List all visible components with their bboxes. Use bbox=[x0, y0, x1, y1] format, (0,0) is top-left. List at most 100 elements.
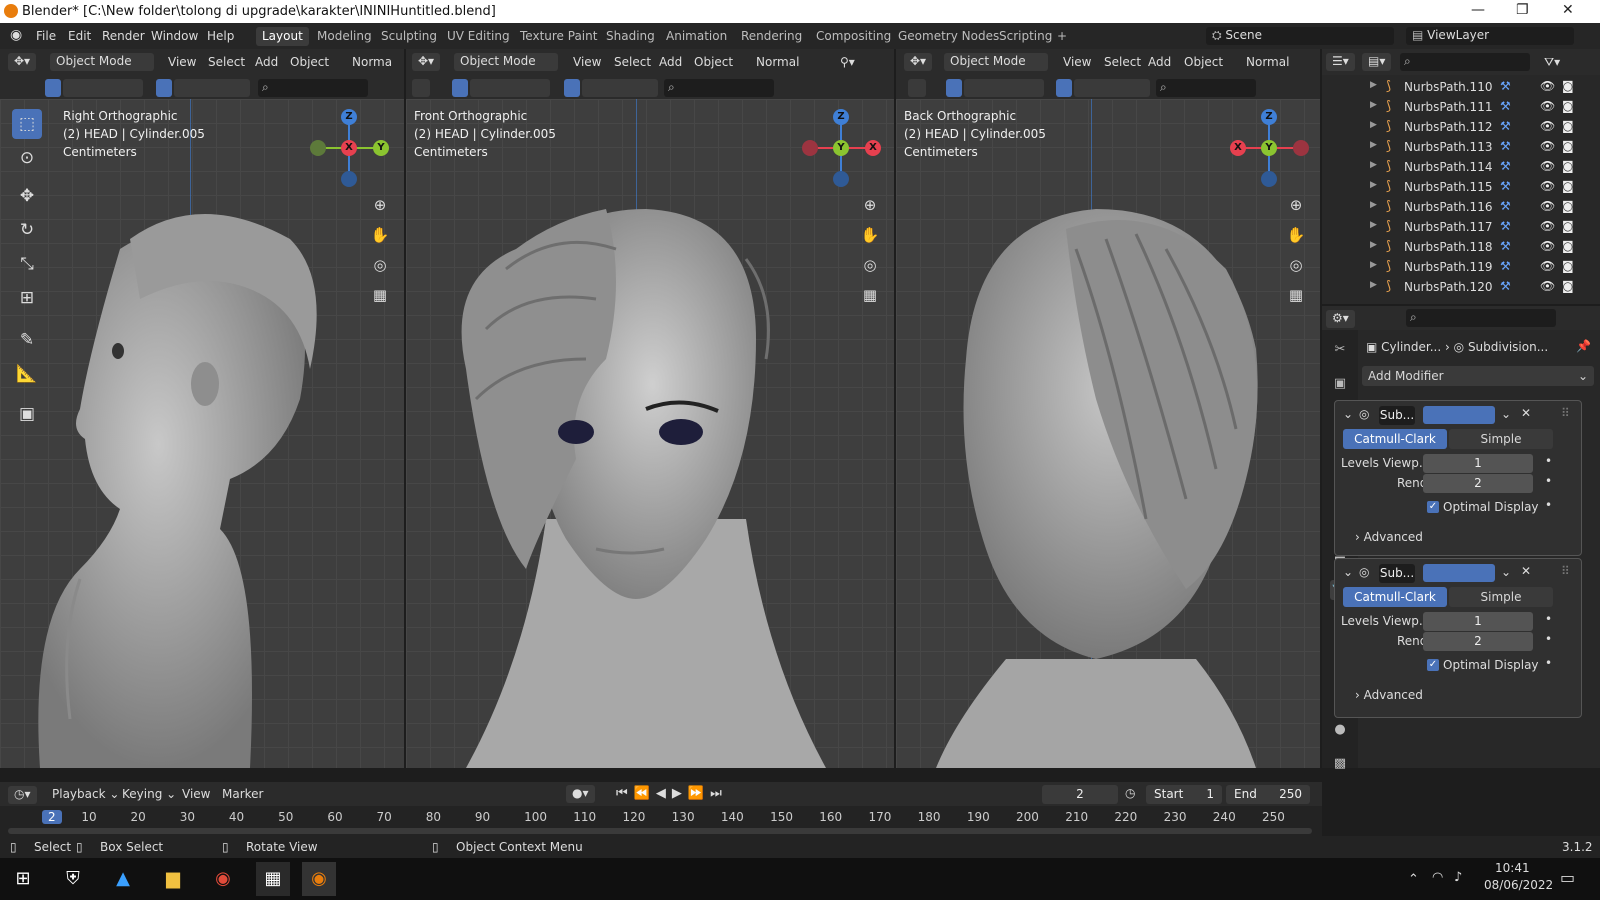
menu-help[interactable]: Help bbox=[207, 29, 234, 43]
levels-viewport-field[interactable]: 1 bbox=[1423, 612, 1533, 631]
keyframe-dot-icon[interactable]: • bbox=[1545, 454, 1552, 468]
viewlayer-selector[interactable]: ▤ ViewLayer bbox=[1406, 27, 1574, 45]
cursor-tool-icon[interactable]: ⊙ bbox=[12, 143, 42, 173]
filter-icon[interactable]: ⛛▾ bbox=[1544, 55, 1560, 70]
advanced-section[interactable]: › Advanced bbox=[1355, 688, 1423, 702]
keyframe-dot-icon[interactable]: • bbox=[1545, 632, 1552, 646]
render-camera-icon[interactable]: ◙ bbox=[1562, 259, 1574, 273]
tab-texture-paint[interactable]: Texture Paint bbox=[514, 27, 603, 46]
render-camera-icon[interactable]: ◙ bbox=[1562, 79, 1574, 93]
display-mode-icon[interactable]: ▤▾ bbox=[1362, 53, 1392, 71]
gizmo-neg-x[interactable] bbox=[1293, 140, 1309, 156]
close-button[interactable]: ✕ bbox=[1562, 2, 1574, 18]
expand-arrow-icon[interactable]: ▶ bbox=[1370, 160, 1377, 170]
menu-object[interactable]: Object bbox=[290, 55, 329, 69]
render-camera-icon[interactable]: ◙ bbox=[1562, 219, 1574, 233]
menu-view[interactable]: View bbox=[168, 55, 196, 69]
outliner-item[interactable]: ▶ ⟆ NurbsPath.110 ⚒ 👁 ◙ bbox=[1322, 77, 1587, 97]
visibility-eye-icon[interactable]: 👁 bbox=[1540, 99, 1555, 113]
gizmo-neg-y[interactable] bbox=[310, 140, 326, 156]
menu-select[interactable]: Select bbox=[614, 55, 651, 69]
pivot-icon[interactable] bbox=[412, 79, 430, 97]
navigation-gizmo[interactable]: Z Y X bbox=[1230, 107, 1310, 187]
blender-taskbar-icon[interactable]: ◉ bbox=[302, 862, 336, 896]
menu-view[interactable]: View bbox=[573, 55, 601, 69]
optimal-display-checkbox[interactable]: ✓ bbox=[1427, 501, 1439, 513]
navigation-gizmo[interactable]: Z Y X bbox=[802, 107, 882, 187]
render-camera-icon[interactable]: ◙ bbox=[1562, 159, 1574, 173]
render-camera-icon[interactable]: ◙ bbox=[1562, 119, 1574, 133]
expand-arrow-icon[interactable]: ▶ bbox=[1370, 140, 1377, 150]
visibility-eye-icon[interactable]: 👁 bbox=[1540, 219, 1555, 233]
notification-icon[interactable]: ▭ bbox=[1560, 868, 1575, 887]
outliner-item[interactable]: ▶ ⟆ NurbsPath.114 ⚒ 👁 ◙ bbox=[1322, 157, 1587, 177]
wifi-icon[interactable]: ◠ bbox=[1432, 870, 1443, 885]
pan-hand-icon[interactable]: ✋ bbox=[1284, 223, 1308, 247]
visibility-eye-icon[interactable]: 👁 bbox=[1540, 199, 1555, 213]
render-levels-field[interactable]: 2 bbox=[1423, 474, 1533, 493]
render-camera-icon[interactable]: ◙ bbox=[1562, 199, 1574, 213]
mode-dropdown[interactable]: Object Mode bbox=[944, 53, 1048, 71]
expand-arrow-icon[interactable]: ▶ bbox=[1370, 80, 1377, 90]
timeline-view-menu[interactable]: View bbox=[182, 787, 210, 801]
menu-view[interactable]: View bbox=[1063, 55, 1091, 69]
keyframe-dot-icon[interactable]: • bbox=[1545, 612, 1552, 626]
orientation-dropdown[interactable]: Normal bbox=[756, 55, 799, 69]
visibility-eye-icon[interactable]: 👁 bbox=[1540, 179, 1555, 193]
outliner-search-input[interactable]: ⌕ bbox=[1400, 53, 1530, 71]
gizmo-y-axis[interactable]: Y bbox=[1261, 140, 1277, 156]
modifier-visibility-toggles[interactable] bbox=[1423, 406, 1495, 424]
camera-icon[interactable]: ◎ bbox=[858, 253, 882, 277]
menu-render[interactable]: Render bbox=[102, 29, 145, 43]
gizmo-neg-x[interactable] bbox=[802, 140, 818, 156]
select-mode-new-icon[interactable] bbox=[946, 79, 962, 97]
menu-add[interactable]: Add bbox=[255, 55, 278, 69]
outliner-item[interactable]: ▶ ⟆ NurbsPath.111 ⚒ 👁 ◙ bbox=[1322, 97, 1587, 117]
visibility-eye-icon[interactable]: 👁 bbox=[1540, 239, 1555, 253]
pin-icon[interactable]: 📌 bbox=[1576, 339, 1591, 353]
tool-tab-icon[interactable]: ✂ bbox=[1330, 340, 1350, 360]
editor-type-icon[interactable]: ✥▾ bbox=[8, 53, 37, 71]
render-tab-icon[interactable]: ▣ bbox=[1330, 374, 1350, 394]
outliner-item[interactable]: ▶ ⟆ NurbsPath.119 ⚒ 👁 ◙ bbox=[1322, 257, 1587, 277]
drag-handle-icon[interactable]: ⠿ bbox=[1561, 564, 1570, 578]
maximize-button[interactable]: ❐ bbox=[1516, 2, 1529, 18]
blender-menu-icon[interactable]: ◉ bbox=[10, 27, 22, 43]
editor-type-icon[interactable]: ✥▾ bbox=[412, 53, 441, 71]
current-frame-field[interactable]: 2 bbox=[1042, 785, 1118, 804]
outliner-item[interactable]: ▶ ⟆ NurbsPath.117 ⚒ 👁 ◙ bbox=[1322, 217, 1587, 237]
add-cube-tool-icon[interactable]: ▣ bbox=[12, 399, 42, 429]
texture-tab-icon[interactable]: ▩ bbox=[1330, 754, 1350, 774]
material-tab-icon[interactable]: ● bbox=[1330, 720, 1350, 740]
menu-window[interactable]: Window bbox=[151, 29, 198, 43]
playback-menu[interactable]: Playback ⌄ bbox=[52, 787, 119, 801]
render-camera-icon[interactable]: ◙ bbox=[1562, 139, 1574, 153]
move-tool-icon[interactable]: ✥ bbox=[12, 181, 42, 211]
windows-start-icon[interactable]: ⊞ bbox=[6, 862, 40, 896]
expand-arrow-icon[interactable]: ▶ bbox=[1370, 220, 1377, 230]
navigation-gizmo[interactable]: Z X Y bbox=[310, 107, 390, 187]
tab-uv-editing[interactable]: UV Editing bbox=[441, 27, 516, 46]
render-levels-field[interactable]: 2 bbox=[1423, 632, 1533, 651]
volume-icon[interactable]: ♪ bbox=[1454, 870, 1462, 885]
shading-wire-icon[interactable] bbox=[1056, 79, 1072, 97]
keyframe-dot-icon[interactable]: • bbox=[1545, 498, 1552, 512]
tab-modeling[interactable]: Modeling bbox=[311, 27, 378, 46]
viewport-back-ortho[interactable]: Back Orthographic (2) HEAD | Cylinder.00… bbox=[896, 99, 1320, 768]
menu-select[interactable]: Select bbox=[208, 55, 245, 69]
start-frame-field[interactable]: Start 1 bbox=[1146, 785, 1222, 804]
grid-view-icon[interactable]: ▦ bbox=[858, 283, 882, 307]
select-mode-new-icon[interactable] bbox=[45, 79, 61, 97]
visibility-eye-icon[interactable]: 👁 bbox=[1540, 159, 1555, 173]
tab-layout[interactable]: Layout bbox=[256, 27, 309, 46]
shading-mode-group[interactable] bbox=[582, 79, 658, 97]
tab-rendering[interactable]: Rendering bbox=[735, 27, 808, 46]
shading-mode-group[interactable] bbox=[174, 79, 250, 97]
keyframe-dot-icon[interactable]: • bbox=[1545, 656, 1552, 670]
search-input[interactable]: ⌕ bbox=[1156, 79, 1256, 97]
render-camera-icon[interactable]: ◙ bbox=[1562, 179, 1574, 193]
camera-icon[interactable]: ◎ bbox=[368, 253, 392, 277]
modifier-visibility-toggles[interactable] bbox=[1423, 564, 1495, 582]
expand-arrow-icon[interactable]: ▶ bbox=[1370, 200, 1377, 210]
tab-scripting[interactable]: Scripting bbox=[993, 27, 1058, 46]
